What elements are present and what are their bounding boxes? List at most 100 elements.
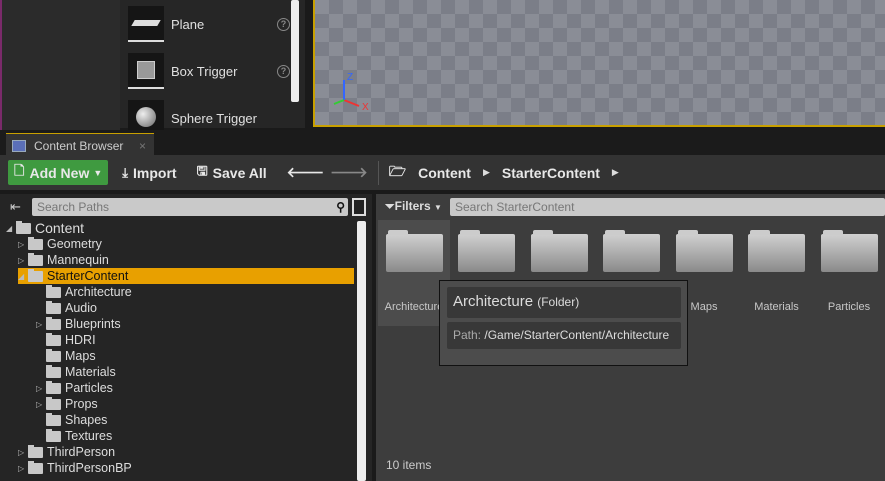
- search-assets-input[interactable]: Search StarterContent: [450, 198, 885, 216]
- place-item-label: Box Trigger: [171, 63, 238, 79]
- filter-icon: ⏷: [385, 199, 395, 213]
- expand-arrow-icon[interactable]: ▷: [18, 240, 28, 249]
- tree-item[interactable]: Maps: [36, 348, 96, 364]
- back-arrow-icon[interactable]: 🡐: [287, 164, 325, 181]
- places-scrollbar[interactable]: [291, 0, 299, 102]
- save-all-label: Save All: [212, 164, 267, 181]
- help-icon[interactable]: ?: [277, 17, 290, 31]
- collapse-sources-icon[interactable]: ⇤: [10, 199, 21, 215]
- chevron-down-icon: ▼: [93, 167, 103, 178]
- asset-label: Materials: [754, 301, 799, 313]
- expand-arrow-icon[interactable]: ▷: [36, 384, 46, 393]
- tree-item[interactable]: ▷ Props: [36, 396, 98, 412]
- search-assets-placeholder: Search StarterContent: [455, 200, 575, 214]
- import-icon: ⤓: [122, 164, 129, 180]
- tree-item-label: Blueprints: [65, 317, 121, 331]
- tree-item[interactable]: Materials: [36, 364, 116, 380]
- content-browser-icon: [12, 139, 26, 152]
- tree-item[interactable]: ▷ Particles: [36, 380, 113, 396]
- breadcrumb-arrow-icon[interactable]: ▶: [483, 167, 490, 178]
- folder-icon: [820, 230, 878, 272]
- level-viewport[interactable]: ZX: [313, 0, 885, 127]
- forward-arrow-icon[interactable]: 🡒: [330, 164, 368, 181]
- expand-arrow-icon[interactable]: ◢: [6, 224, 16, 233]
- folder-icon: [46, 428, 61, 442]
- tree-item[interactable]: ▷ Blueprints: [36, 316, 121, 332]
- divider: [377, 160, 379, 185]
- breadcrumb-startercontent[interactable]: StarterContent: [502, 165, 600, 181]
- folder-icon: [46, 396, 61, 410]
- tree-item-label: StarterContent: [47, 269, 129, 283]
- tree-item-label: ThirdPersonBP: [47, 461, 132, 475]
- tree-item-label: Architecture: [65, 285, 132, 299]
- folder-icon: [675, 230, 733, 272]
- expand-arrow-icon[interactable]: ▷: [18, 256, 28, 265]
- tree-item[interactable]: Shapes: [36, 412, 107, 428]
- folder-icon: [28, 460, 43, 474]
- folder-icon: [46, 348, 61, 362]
- tree-item[interactable]: Textures: [36, 428, 112, 444]
- folder-icon: [16, 220, 31, 234]
- filters-button[interactable]: ⏷Filters ▼: [385, 199, 442, 214]
- tooltip-type: (Folder): [537, 295, 580, 309]
- tree-item[interactable]: ▷ ThirdPerson: [18, 444, 115, 460]
- tree-scrollbar[interactable]: [357, 221, 366, 481]
- tree-item[interactable]: Architecture: [36, 284, 132, 300]
- search-paths-input[interactable]: Search Paths ⚲: [32, 198, 348, 216]
- svg-text:X: X: [362, 102, 369, 110]
- folder-icon: [46, 412, 61, 426]
- help-icon[interactable]: ?: [277, 64, 290, 78]
- expand-arrow-icon[interactable]: ▷: [18, 464, 28, 473]
- folder-icon: [530, 230, 588, 272]
- folder-icon: [458, 230, 515, 272]
- tree-item-label: Shapes: [65, 413, 108, 427]
- tree-item[interactable]: ▷ Mannequin: [18, 252, 109, 268]
- folder-open-icon: 🗁: [388, 162, 407, 179]
- expand-arrow-icon[interactable]: ▷: [18, 448, 28, 457]
- asset-label: Particles: [827, 301, 871, 313]
- save-all-button[interactable]: 🖫 Save All: [197, 162, 267, 184]
- breadcrumb-arrow-icon[interactable]: ▶: [612, 167, 619, 178]
- add-new-button[interactable]: 🗋 Add New ▼: [8, 160, 109, 185]
- folder-icon: [46, 380, 61, 394]
- tree-item[interactable]: Audio: [36, 300, 97, 316]
- box-trigger-thumbnail: [128, 53, 164, 89]
- tree-item[interactable]: HDRI: [36, 332, 96, 348]
- axis-gizmo-icon: ZX: [333, 72, 369, 110]
- tree-item-label: HDRI: [65, 333, 96, 347]
- expand-arrow-icon[interactable]: ▷: [36, 320, 46, 329]
- tree-item-label: Geometry: [47, 237, 102, 251]
- folder-icon: [748, 230, 805, 272]
- filters-label: Filters: [394, 199, 431, 213]
- tree-item[interactable]: ▷ Geometry: [18, 236, 102, 252]
- asset-folder[interactable]: Particles: [813, 220, 885, 326]
- toolbar: 🗋 Add New ▼ ⤓ Import 🖫 Save All 🡐 🡒 🗁 Conten…: [0, 155, 885, 190]
- expand-arrow-icon[interactable]: ◢: [18, 272, 28, 281]
- asset-folder[interactable]: Materials: [741, 220, 813, 326]
- tab-content-browser[interactable]: Content Browser ×: [6, 133, 154, 157]
- place-item-plane[interactable]: Plane?: [128, 4, 298, 44]
- breadcrumb-content[interactable]: Content: [418, 165, 471, 181]
- plane-thumbnail: [128, 6, 164, 42]
- import-button[interactable]: ⤓ Import: [122, 165, 176, 181]
- folder-icon: [46, 364, 61, 378]
- tree-item-label: Audio: [65, 301, 97, 315]
- tree-item[interactable]: ◢ StarterContent: [18, 268, 354, 284]
- import-label: Import: [133, 164, 177, 181]
- tooltip-path-label: Path:: [453, 328, 482, 342]
- close-icon[interactable]: ×: [139, 139, 146, 153]
- folder-tooltip: Architecture (Folder) Path: /Game/Starte…: [439, 280, 688, 366]
- tree-item[interactable]: ◢ Content: [6, 220, 84, 236]
- expand-arrow-icon[interactable]: ▷: [36, 400, 46, 409]
- folder-icon: [46, 332, 61, 346]
- folder-icon: [28, 252, 43, 266]
- view-options-icon[interactable]: [352, 198, 366, 216]
- search-paths-placeholder: Search Paths: [37, 200, 110, 214]
- place-item-label: Sphere Trigger: [171, 110, 257, 126]
- place-item-box-trigger[interactable]: Box Trigger?: [128, 51, 298, 91]
- tree-item[interactable]: ▷ ThirdPersonBP: [18, 460, 132, 476]
- add-new-label: Add New: [29, 164, 90, 181]
- tooltip-path: /Game/StarterContent/Architecture: [484, 328, 670, 342]
- folder-icon: [46, 284, 61, 298]
- tree-item-label: Content: [35, 220, 85, 236]
